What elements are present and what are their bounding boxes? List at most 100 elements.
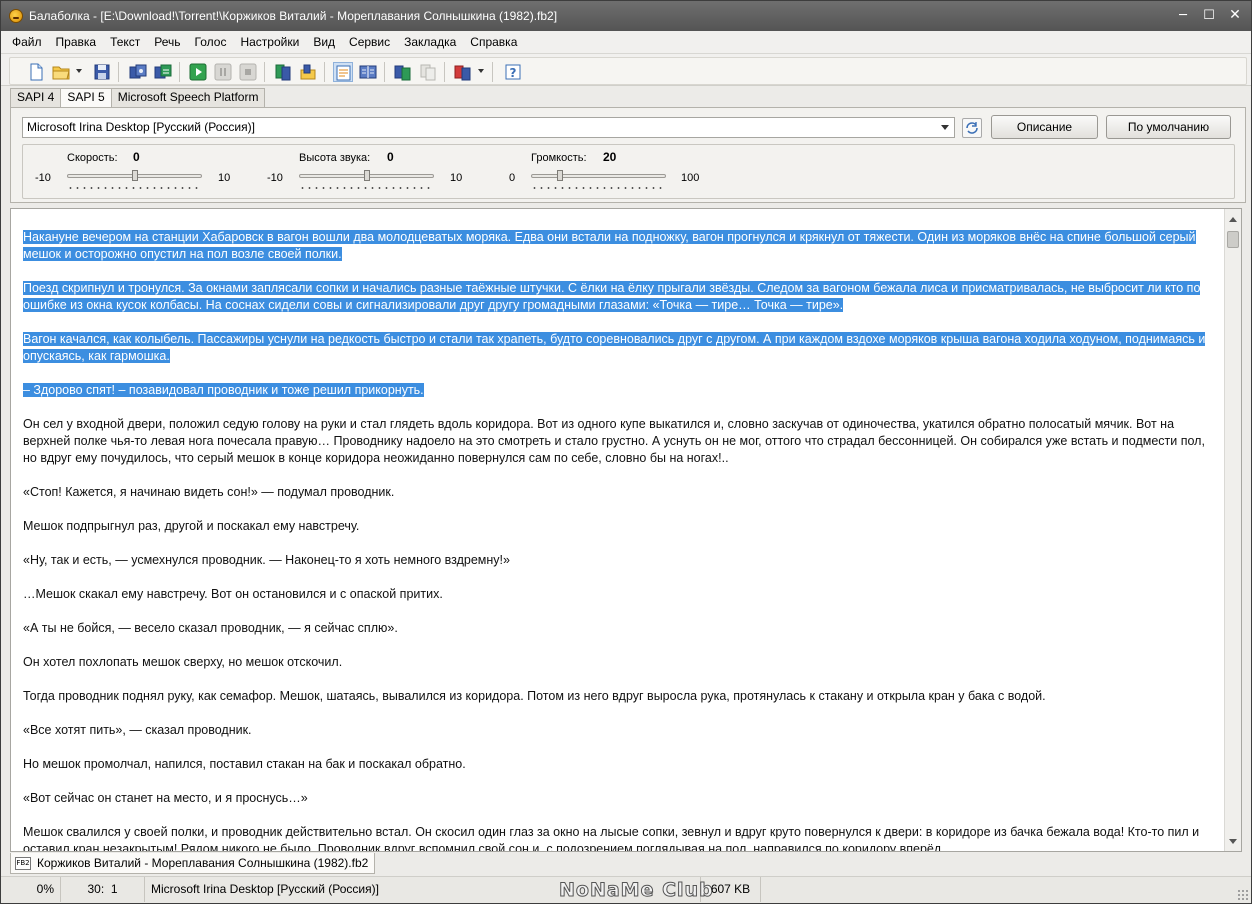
paragraph-text[interactable]: «Стоп! Кажется, я начинаю видеть сон!» —… — [23, 485, 394, 499]
resize-grip-icon[interactable] — [1237, 889, 1249, 901]
balabolka-app-icon[interactable] — [9, 9, 23, 23]
menu-view[interactable]: Вид — [306, 32, 342, 52]
window-title: Балаболка - [E:\Download!\Torrent!\Коржи… — [29, 9, 558, 23]
open-folder-icon[interactable] — [51, 62, 71, 82]
document-paragraph[interactable]: Поезд скрипнул и тронулся. За окнами зап… — [23, 280, 1215, 314]
menu-text[interactable]: Текст — [103, 32, 147, 52]
menu-bookmark[interactable]: Закладка — [397, 32, 463, 52]
paragraph-text[interactable]: Мешок подпрыгнул раз, другой и поскакал … — [23, 519, 359, 533]
document-paragraph[interactable]: Но мешок промолчал, напился, поставил ст… — [23, 756, 1215, 773]
speed-slider-thumb[interactable] — [131, 170, 138, 181]
scrollbar-thumb[interactable] — [1227, 231, 1239, 248]
vertical-scrollbar[interactable] — [1224, 209, 1241, 851]
paragraph-text[interactable]: Мешок свалился у своей полки, и проводни… — [23, 825, 1199, 851]
pitch-slider-thumb[interactable] — [363, 170, 370, 181]
voice-select[interactable]: Microsoft Irina Desktop [Русский (Россия… — [22, 117, 955, 138]
selected-text[interactable]: Накануне вечером на станции Хабаровск в … — [23, 230, 1196, 261]
paragraph-text[interactable]: Он сел у входной двери, положил седую го… — [23, 417, 1205, 465]
paragraph-text[interactable]: «А ты не бойся, — весело сказал проводни… — [23, 621, 398, 635]
document-paragraph[interactable]: Тогда проводник поднял руку, как семафор… — [23, 688, 1215, 705]
copy-disabled-icon[interactable] — [418, 62, 438, 82]
open-dropdown-arrow-icon[interactable] — [76, 69, 82, 73]
volume-slider[interactable] — [531, 174, 666, 178]
refresh-voices-button[interactable] — [962, 118, 982, 138]
document-paragraph[interactable]: …Мешок скакал ему навстречу. Вот он оста… — [23, 586, 1215, 603]
play-icon[interactable] — [188, 62, 208, 82]
menu-speech[interactable]: Речь — [147, 32, 187, 52]
title-bar[interactable]: Балаболка - [E:\Download!\Torrent!\Коржи… — [1, 1, 1251, 31]
paragraph-text[interactable]: Но мешок промолчал, напился, поставил ст… — [23, 757, 466, 771]
pitch-label: Высота звука: — [299, 152, 371, 164]
tab-sapi4[interactable]: SAPI 4 — [10, 88, 62, 107]
document-paragraph[interactable]: «Вот сейчас он станет на место, и я прос… — [23, 790, 1215, 807]
speed-slider-ticks — [67, 187, 202, 189]
document-paragraph[interactable]: Он хотел похлопать мешок сверху, но мешо… — [23, 654, 1215, 671]
book-view-icon[interactable] — [333, 62, 353, 82]
tab-sapi5[interactable]: SAPI 5 — [60, 88, 112, 107]
document-paragraph[interactable]: Мешок подпрыгнул раз, другой и поскакал … — [23, 518, 1215, 535]
stop-icon[interactable] — [238, 62, 258, 82]
document-paragraph[interactable]: Вагон качался, как колыбель. Пассажиры у… — [23, 331, 1215, 365]
paragraph-text[interactable]: Тогда проводник поднял руку, как семафор… — [23, 689, 1046, 703]
document-paragraph[interactable]: «Стоп! Кажется, я начинаю видеть сон!» —… — [23, 484, 1215, 501]
document-paragraph[interactable]: «Ну, так и есть, — усмехнулся проводник.… — [23, 552, 1215, 569]
watermark-logo: NoNaMe Club — [559, 879, 714, 902]
close-button[interactable]: ✕ — [1223, 5, 1247, 25]
status-bar: 0% 30: 1 Microsoft Irina Desktop [Русски… — [1, 876, 1251, 903]
menu-file[interactable]: Файл — [5, 32, 49, 52]
volume-slider-thumb[interactable] — [556, 170, 563, 181]
compare-icon[interactable] — [393, 62, 413, 82]
tab-microsoft-speech-platform[interactable]: Microsoft Speech Platform — [110, 88, 266, 107]
selected-text[interactable]: Поезд скрипнул и тронулся. За окнами зап… — [23, 281, 1201, 312]
dictionary-icon[interactable] — [358, 62, 378, 82]
toolbar-separator — [118, 62, 119, 82]
help-icon[interactable]: ? — [503, 62, 523, 82]
pause-icon[interactable] — [213, 62, 233, 82]
paragraph-text[interactable]: Он хотел похлопать мешок сверху, но мешо… — [23, 655, 342, 669]
voice-settings-icon[interactable] — [453, 62, 473, 82]
document-paragraph[interactable]: Он сел у входной двери, положил седую го… — [23, 416, 1215, 467]
read-clipboard-icon[interactable] — [273, 62, 293, 82]
minimize-button[interactable]: ─ — [1171, 5, 1195, 25]
new-document-icon[interactable] — [26, 62, 46, 82]
menu-settings[interactable]: Настройки — [233, 32, 306, 52]
save-icon[interactable] — [92, 62, 112, 82]
pitch-slider-ticks — [299, 187, 434, 189]
paragraph-text[interactable]: «Ну, так и есть, — усмехнулся проводник.… — [23, 553, 510, 567]
batch-convert-icon[interactable] — [153, 62, 173, 82]
toolbar-separator — [264, 62, 265, 82]
document-text[interactable]: Накануне вечером на станции Хабаровск в … — [23, 229, 1215, 851]
document-paragraph[interactable]: Накануне вечером на станции Хабаровск в … — [23, 229, 1215, 263]
default-button[interactable]: По умолчанию — [1106, 115, 1231, 139]
menu-voice[interactable]: Голос — [188, 32, 234, 52]
status-progress: 0% — [1, 877, 61, 902]
document-tab[interactable]: FB2 Коржиков Виталий - Мореплавания Солн… — [10, 853, 376, 874]
document-paragraph[interactable]: «Все хотят пить», — сказал проводник. — [23, 722, 1215, 739]
document-tab-bar: FB2 Коржиков Виталий - Мореплавания Солн… — [1, 853, 1251, 875]
spell-check-icon[interactable] — [298, 62, 318, 82]
text-editor[interactable]: Накануне вечером на станции Хабаровск в … — [10, 208, 1242, 852]
voice-dropdown-arrow-icon[interactable] — [478, 69, 484, 73]
selected-text[interactable]: – Здорово спят! – позавидовал проводник … — [23, 383, 424, 397]
scroll-up-arrow-icon[interactable] — [1225, 211, 1241, 227]
menu-edit[interactable]: Правка — [49, 32, 104, 52]
fb2-file-icon: FB2 — [15, 856, 31, 870]
menu-help[interactable]: Справка — [463, 32, 524, 52]
paragraph-text[interactable]: «Вот сейчас он станет на место, и я прос… — [23, 791, 308, 805]
maximize-button[interactable]: ☐ — [1197, 5, 1221, 25]
document-paragraph[interactable]: Мешок свалился у своей полки, и проводни… — [23, 824, 1215, 851]
voice-sliders-box: Скорость: 0 -10 10 Высота звука: 0 -10 1… — [22, 144, 1235, 199]
paragraph-text[interactable]: «Все хотят пить», — сказал проводник. — [23, 723, 252, 737]
selected-text[interactable]: Вагон качался, как колыбель. Пассажиры у… — [23, 332, 1206, 363]
document-paragraph[interactable]: «А ты не бойся, — весело сказал проводни… — [23, 620, 1215, 637]
scroll-down-arrow-icon[interactable] — [1225, 833, 1241, 849]
paragraph-text[interactable]: …Мешок скакал ему навстречу. Вот он оста… — [23, 587, 443, 601]
save-audio-icon[interactable] — [128, 62, 148, 82]
menu-tools[interactable]: Сервис — [342, 32, 397, 52]
svg-text:?: ? — [510, 66, 517, 80]
volume-min: 0 — [509, 172, 516, 184]
description-button[interactable]: Описание — [991, 115, 1098, 139]
document-paragraph[interactable]: – Здорово спят! – позавидовал проводник … — [23, 382, 1215, 399]
chevron-down-icon[interactable] — [936, 118, 954, 137]
pitch-value: 0 — [387, 150, 394, 164]
